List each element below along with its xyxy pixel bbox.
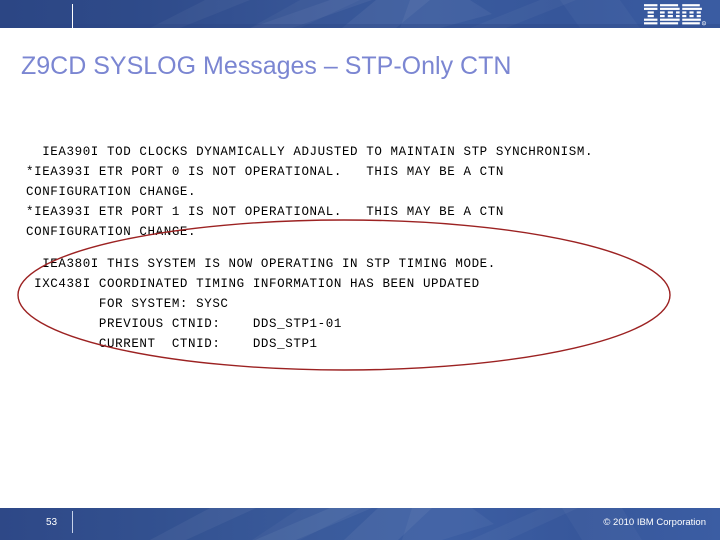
syslog-block-one: IEA390I TOD CLOCKS DYNAMICALLY ADJUSTED …: [26, 144, 594, 239]
syslog-block-two: IEA380I THIS SYSTEM IS NOW OPERATING IN …: [34, 256, 496, 351]
slide: R Z9CD SYSLOG Messages – STP-Only CTN IE…: [0, 0, 720, 540]
copyright-notice: © 2010 IBM Corporation: [603, 517, 706, 528]
header-band: R: [0, 0, 720, 28]
header-accent-tick: [72, 4, 73, 28]
page-number: 53: [46, 517, 58, 528]
ibm-logo: R: [644, 4, 706, 26]
header-decoration: [0, 0, 720, 28]
page-title: Z9CD SYSLOG Messages – STP-Only CTN: [21, 52, 512, 80]
footer-accent-tick: [72, 511, 73, 533]
